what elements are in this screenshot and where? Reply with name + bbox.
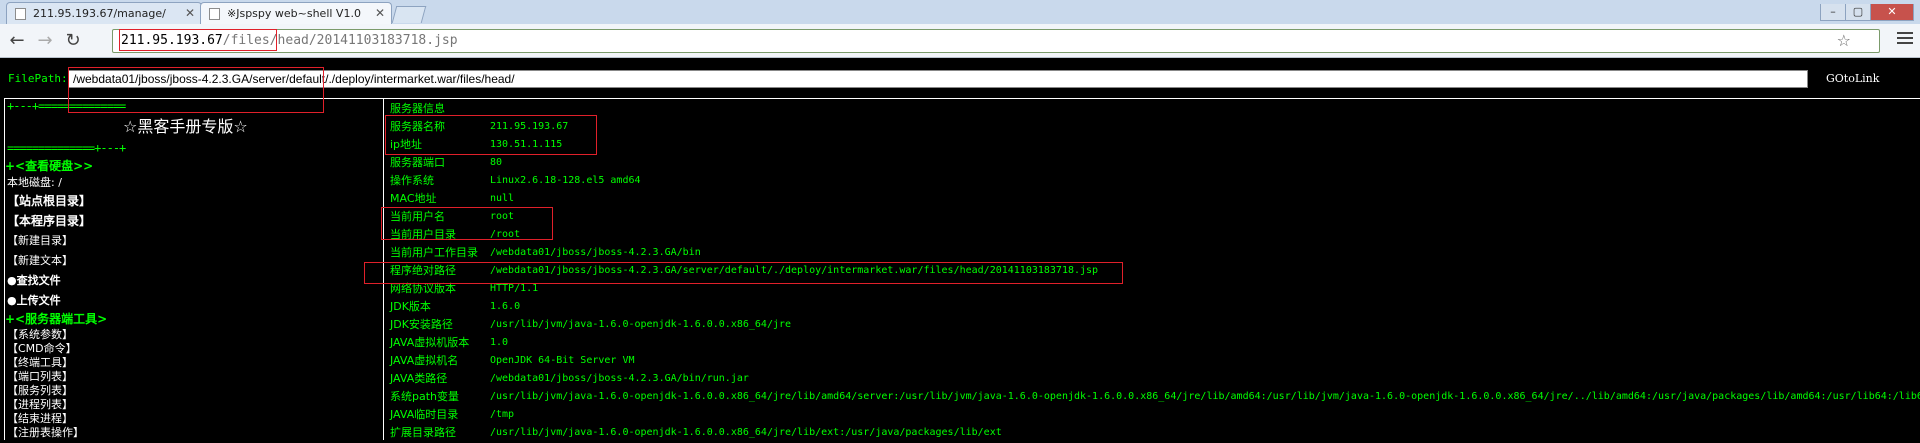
- info-key: 网络协议版本: [390, 282, 456, 295]
- webshell-page: FilePath: /webdata01/jboss/jboss-4.2.3.G…: [0, 58, 1920, 440]
- goto-link-button[interactable]: GOtoLink: [1826, 72, 1879, 85]
- info-key: 服务器端口: [390, 156, 445, 169]
- info-value: /usr/lib/jvm/java-1.6.0-openjdk-1.6.0.0.…: [490, 427, 1002, 438]
- reload-icon[interactable]: ↻: [62, 31, 84, 51]
- separator-bottom: ==============+---+: [7, 141, 126, 155]
- info-value: /usr/lib/jvm/java-1.6.0-openjdk-1.6.0.0.…: [490, 391, 1920, 402]
- info-key: MAC地址: [390, 192, 437, 205]
- info-value: HTTP/1.1: [490, 283, 539, 294]
- info-key: JDK版本: [390, 300, 431, 313]
- info-key: JAVA虚拟机名: [390, 354, 459, 367]
- new-text-link[interactable]: 【新建文本】: [7, 252, 73, 268]
- info-key: 服务器名称: [390, 120, 445, 133]
- info-key: 当前用户工作目录: [390, 246, 478, 259]
- tab-manage[interactable]: 211.95.193.67/manage/ ✕: [6, 2, 202, 24]
- info-value: 1.6.0: [490, 301, 521, 312]
- info-key: JDK安装路径: [390, 318, 453, 331]
- info-value: /usr/lib/jvm/java-1.6.0-openjdk-1.6.0.0.…: [490, 319, 792, 330]
- browser-toolbar: ← → ↻ 211.95.193.67/files/head/201411031…: [0, 24, 1920, 58]
- info-value: /webdata01/jboss/jboss-4.2.3.GA/bin: [490, 247, 701, 258]
- url-host: 211.95.193.67: [121, 33, 223, 48]
- info-value: null: [490, 193, 515, 204]
- filepath-bar: FilePath: /webdata01/jboss/jboss-4.2.3.G…: [0, 68, 1920, 90]
- arrow-left-icon[interactable]: ←: [6, 31, 28, 51]
- program-dir-link[interactable]: 【本程序目录】: [7, 212, 91, 229]
- info-key: 操作系统: [390, 174, 434, 187]
- close-icon[interactable]: ✕: [185, 6, 195, 20]
- info-key: ip地址: [390, 138, 423, 151]
- info-key: JAVA虚拟机版本: [390, 336, 470, 349]
- local-disk-label: 本地磁盘: /: [7, 176, 62, 189]
- info-value: /webdata01/jboss/jboss-4.2.3.GA/server/d…: [490, 265, 1099, 276]
- menu-icon[interactable]: [1897, 32, 1913, 46]
- info-key: 系统path变量: [390, 390, 460, 403]
- sidebar-title: ☆黑客手册专版☆: [123, 117, 248, 136]
- info-value: 80: [490, 157, 503, 168]
- tab-jspspy[interactable]: ※Jspspy web~shell V1.0 ✕: [200, 2, 392, 24]
- address-bar[interactable]: 211.95.193.67/files/head/20141103183718.…: [112, 29, 1880, 53]
- upload-file-link[interactable]: ●上传文件: [7, 292, 61, 308]
- server-info-panel: 服务器信息 服务器名称 211.95.193.67 ip地址 130.51.1.11…: [390, 99, 1920, 440]
- find-file-link[interactable]: ●查找文件: [7, 272, 61, 288]
- separator-top: +---+==============: [7, 99, 126, 113]
- maximize-button[interactable]: ▢: [1845, 4, 1871, 21]
- tab-title: ※Jspspy web~shell V1.0: [227, 7, 361, 20]
- star-icon[interactable]: ☆: [1837, 33, 1851, 49]
- new-dir-link[interactable]: 【新建目录】: [7, 232, 73, 248]
- info-value: /tmp: [490, 409, 515, 420]
- page-icon: [209, 8, 220, 20]
- url-path: /files/head/20141103183718.jsp: [222, 33, 458, 48]
- info-value: /webdata01/jboss/jboss-4.2.3.GA/bin/run.…: [490, 373, 749, 384]
- close-window-button[interactable]: ✕: [1870, 4, 1914, 21]
- info-value: /root: [490, 229, 521, 240]
- info-value: 130.51.1.115: [490, 139, 563, 150]
- site-root-link[interactable]: 【站点根目录】: [7, 192, 91, 209]
- info-value: root: [490, 211, 515, 222]
- info-key: 当前用户名: [390, 210, 445, 223]
- tab-title: 211.95.193.67/manage/: [33, 7, 166, 20]
- info-key: 当前用户目录: [390, 228, 456, 241]
- info-header-label: 服务器信息: [390, 102, 445, 115]
- info-value: 211.95.193.67: [490, 121, 569, 132]
- info-value: OpenJDK 64-Bit Server VM: [490, 355, 635, 366]
- tool-registry[interactable]: 【注册表操作】: [7, 424, 84, 440]
- sidebar: +---+============== ☆黑客手册专版☆ ===========…: [4, 99, 384, 440]
- window-controls: – ▢ ✕: [1820, 0, 1914, 21]
- filepath-label: FilePath:: [8, 72, 68, 85]
- info-key: JAVA类路径: [390, 372, 448, 385]
- tab-strip: 211.95.193.67/manage/ ✕ ※Jspspy web~shel…: [0, 0, 1920, 24]
- url-text: 211.95.193.67/files/head/20141103183718.…: [121, 33, 458, 48]
- minimize-button[interactable]: –: [1820, 4, 1846, 21]
- close-icon[interactable]: ✕: [375, 6, 385, 20]
- info-key: JAVA临时目录: [390, 408, 459, 421]
- arrow-right-icon[interactable]: →: [34, 31, 56, 51]
- page-icon: [15, 8, 26, 20]
- info-key: 程序绝对路径: [390, 264, 456, 277]
- new-tab-button[interactable]: [391, 6, 427, 23]
- info-value: 1.0: [490, 337, 509, 348]
- info-key: 扩展目录路径: [390, 426, 456, 439]
- info-value: Linux2.6.18-128.el5 amd64: [490, 175, 641, 186]
- tools-header[interactable]: +<服务器端工具>: [5, 310, 107, 327]
- filepath-input[interactable]: /webdata01/jboss/jboss-4.2.3.GA/server/d…: [68, 70, 1808, 88]
- disk-header[interactable]: +<查看硬盘>>: [5, 157, 93, 174]
